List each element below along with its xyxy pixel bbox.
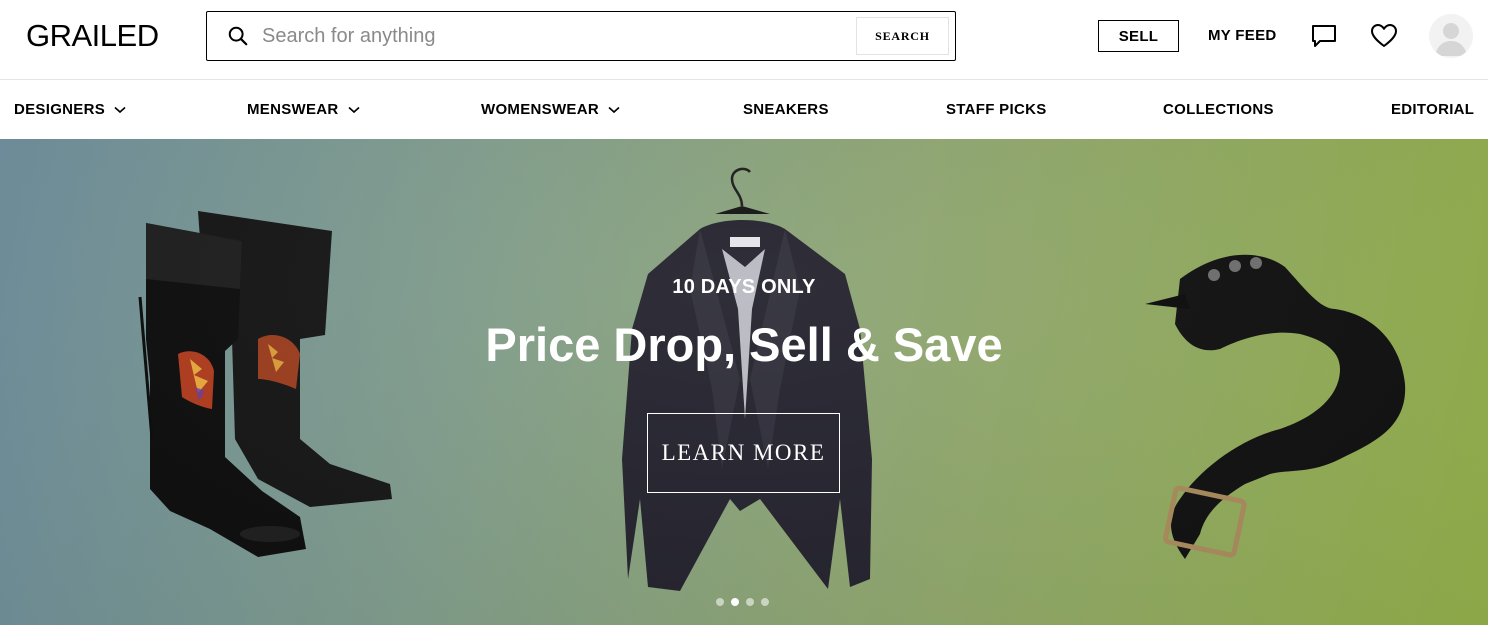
nav-item-label: SNEAKERS (743, 101, 829, 118)
nav-item-womenswear[interactable]: WOMENSWEAR (481, 101, 620, 119)
site-header: GRAILED SEARCH SELL MY FEED (0, 0, 1488, 80)
nav-item-label: STAFF PICKS (946, 101, 1047, 118)
avatar-icon (1435, 23, 1467, 56)
chevron-down-icon (114, 106, 126, 114)
sell-button[interactable]: SELL (1098, 20, 1179, 52)
nav-item-sneakers[interactable]: SNEAKERS (743, 101, 829, 119)
nav-item-label: COLLECTIONS (1163, 101, 1274, 118)
my-feed-link[interactable]: MY FEED (1208, 26, 1277, 46)
nav-item-label: EDITORIAL (1391, 101, 1475, 118)
hero-title: Price Drop, Sell & Save (485, 318, 1003, 371)
nav-item-label: MENSWEAR (247, 101, 339, 118)
nav-item-label: WOMENSWEAR (481, 101, 599, 118)
carousel-dot[interactable] (761, 598, 769, 606)
heart-icon[interactable] (1370, 22, 1398, 50)
grailed-logo[interactable]: GRAILED (26, 18, 159, 54)
hero-eyebrow: 10 DAYS ONLY (672, 276, 816, 298)
nav-item-label: DESIGNERS (14, 101, 106, 118)
nav-item-collections[interactable]: COLLECTIONS (1163, 101, 1274, 119)
learn-more-button[interactable]: LEARN MORE (647, 413, 840, 493)
nav-item-menswear[interactable]: MENSWEAR (247, 101, 360, 119)
carousel-dots (716, 598, 769, 606)
nav-item-designers[interactable]: DESIGNERS (14, 101, 126, 119)
main-nav: DESIGNERS MENSWEAR WOMENSWEAR SNEAKERS S… (0, 81, 1488, 138)
hero-illustration (138, 167, 1406, 591)
boots-image (138, 211, 392, 557)
chevron-down-icon (608, 106, 620, 114)
search-icon (228, 26, 248, 46)
search-input[interactable] (262, 21, 852, 51)
nav-item-editorial[interactable]: EDITORIAL (1391, 101, 1474, 119)
hero-banner[interactable]: 10 DAYS ONLY Price Drop, Sell & Save LEA… (0, 139, 1488, 625)
avatar[interactable] (1429, 14, 1473, 58)
jacket-image (622, 167, 872, 591)
carousel-dot[interactable] (731, 598, 739, 606)
search-button[interactable]: SEARCH (856, 17, 949, 55)
chevron-down-icon (348, 106, 360, 114)
carousel-dot[interactable] (716, 598, 724, 606)
search-bar: SEARCH (206, 11, 956, 61)
carousel-dot[interactable] (746, 598, 754, 606)
nav-item-staff-picks[interactable]: STAFF PICKS (946, 101, 1047, 119)
belt-image (1145, 254, 1406, 559)
message-icon[interactable] (1310, 22, 1338, 50)
